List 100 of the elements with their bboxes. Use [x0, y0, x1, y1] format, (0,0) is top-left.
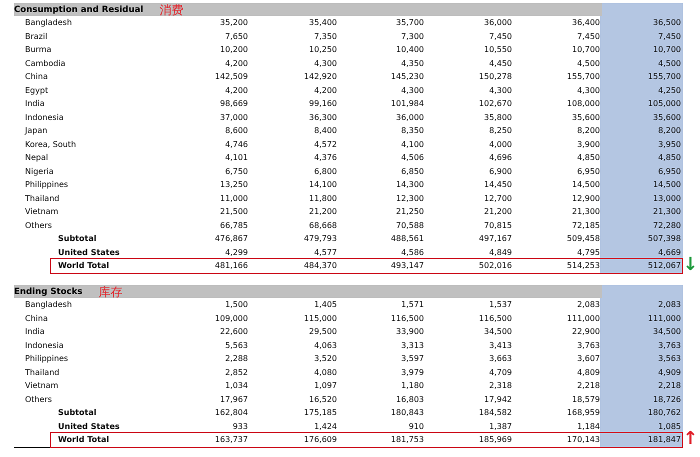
table-cell-text: 933: [232, 420, 248, 432]
table-cell-text: 162,804: [214, 407, 248, 419]
table-cell-text: 14,300: [395, 179, 424, 191]
table-cell-text: 4,500: [576, 58, 600, 70]
table-cell-text: 14,450: [483, 179, 512, 191]
row-label: China: [24, 312, 49, 324]
table-cell-text: 493,147: [390, 260, 424, 272]
table-cell-text: 2,852: [224, 366, 248, 378]
table-cell-text: 176,609: [302, 434, 337, 446]
table-cell: 35,600: [600, 110, 683, 124]
table-cell-text: 10,200: [219, 44, 248, 56]
row-label: Cambodia: [24, 58, 66, 70]
table-cell-text: 2,288: [224, 353, 248, 365]
table-cell: 21,300: [600, 205, 683, 218]
table-cell: 4,500: [600, 56, 683, 70]
table-cell: 13,000: [600, 192, 683, 205]
table-cell-text: 108,000: [566, 98, 600, 110]
table-cell-text: 6,850: [400, 166, 424, 178]
table-cell-text: 4,200: [224, 84, 248, 96]
row-label: Vietnam: [24, 206, 60, 218]
table-cell-text: 72,185: [571, 220, 600, 232]
table-cell-text: 8,600: [224, 125, 248, 137]
row-label: United States: [57, 246, 121, 258]
table-cell-text: 170,143: [566, 434, 600, 446]
table-cell: 6,950: [600, 164, 683, 178]
row-label: Others: [24, 220, 53, 232]
table-cell-text: 4,696: [488, 152, 512, 164]
table-cell: 180,762: [600, 406, 683, 420]
table-cell-text: 145,230: [390, 71, 424, 83]
table-cell-text: 35,700: [395, 17, 424, 29]
table-cell: 155,700: [600, 70, 683, 84]
table-cell-text: 36,300: [308, 112, 337, 124]
table-cell: 105,000: [600, 97, 683, 110]
table-cell-text: 1,180: [400, 380, 424, 392]
table-cell-text: 109,000: [214, 312, 248, 324]
table-cell-text: 4,850: [576, 152, 600, 164]
table-cell-text: 4,746: [224, 138, 248, 150]
table-cell: 512,067: [600, 259, 683, 272]
table-cell: 18,726: [600, 392, 683, 406]
table-cell-text: 180,843: [390, 407, 424, 419]
row-label: Brazil: [24, 30, 48, 42]
table-cell-text: 4,809: [576, 366, 600, 378]
table-cell-text: 29,500: [308, 326, 337, 338]
table-cell-text: 17,967: [219, 394, 248, 406]
row-label: United States: [57, 420, 121, 432]
table-cell-text: 3,520: [313, 353, 337, 365]
table-cell-text: 5,563: [224, 340, 248, 352]
table-cell-text: 509,458: [566, 233, 600, 245]
table-cell-text: 37,000: [219, 112, 248, 124]
row-label: Philippines: [24, 353, 70, 365]
table-cell-text: 21,300: [571, 206, 600, 218]
table-cell-text: 1,537: [488, 299, 512, 311]
table-cell-text: 4,299: [224, 246, 248, 258]
table-cell-text: 17,942: [483, 394, 512, 406]
table-cell: 2,218: [600, 379, 683, 392]
table-cell-text: 35,400: [308, 17, 337, 29]
row-label: Philippines: [24, 179, 70, 191]
table-cell: 4,909: [600, 366, 683, 379]
table-cell-text: 33,900: [395, 326, 424, 338]
table-cell-text: 1,500: [224, 299, 248, 311]
table-cell-text: 4,300: [488, 84, 512, 96]
table-cell: 8,200: [600, 124, 683, 138]
table-cell-text: 12,700: [483, 192, 512, 204]
table-cell-text: 101,984: [390, 98, 424, 110]
table-cell-text: 910: [408, 420, 424, 432]
table-cell-text: 4,101: [224, 152, 248, 164]
table-cell-text: 8,200: [576, 125, 600, 137]
table-cell: 2,083: [600, 298, 683, 312]
row-label: Thailand: [24, 192, 60, 204]
table-cell-text: 66,785: [219, 220, 248, 232]
table-cell-text: 98,669: [219, 98, 248, 110]
table-cell-text: 4,709: [488, 366, 512, 378]
table-cell-text: 3,313: [400, 340, 424, 352]
table-cell-text: 6,800: [313, 166, 337, 178]
table-cell-text: 116,500: [478, 312, 512, 324]
table-cell-text: 3,900: [576, 138, 600, 150]
table-cell-text: 4,506: [400, 152, 424, 164]
row-label: World Total: [57, 434, 110, 446]
section-title: Consumption and Residual: [14, 4, 144, 14]
row-label: Thailand: [24, 366, 60, 378]
table-cell-text: 16,520: [308, 394, 337, 406]
table-cell-text: 115,000: [302, 312, 337, 324]
table-cell-text: 34,500: [483, 326, 512, 338]
table-cell-text: 99,160: [308, 98, 337, 110]
table-cell-text: 10,250: [308, 44, 337, 56]
table-cell-text: 3,413: [488, 340, 512, 352]
row-label: Indonesia: [24, 112, 65, 124]
table-cell-text: 68,668: [308, 220, 337, 232]
row-label: China: [24, 71, 49, 83]
table-cell-text: 21,200: [308, 206, 337, 218]
table-cell: 4,850: [600, 151, 683, 164]
row-label: Indonesia: [24, 340, 65, 352]
table-cell-text: 2,083: [576, 299, 600, 311]
table-cell-text: 22,600: [219, 326, 248, 338]
table-cell-text: 150,278: [478, 71, 512, 83]
table-cell-text: 6,750: [224, 166, 248, 178]
table-cell-text: 3,607: [576, 353, 600, 365]
table-cell: 3,950: [600, 138, 683, 151]
table-cell-text: 36,000: [483, 17, 512, 29]
row-label: Korea, South: [24, 138, 78, 150]
